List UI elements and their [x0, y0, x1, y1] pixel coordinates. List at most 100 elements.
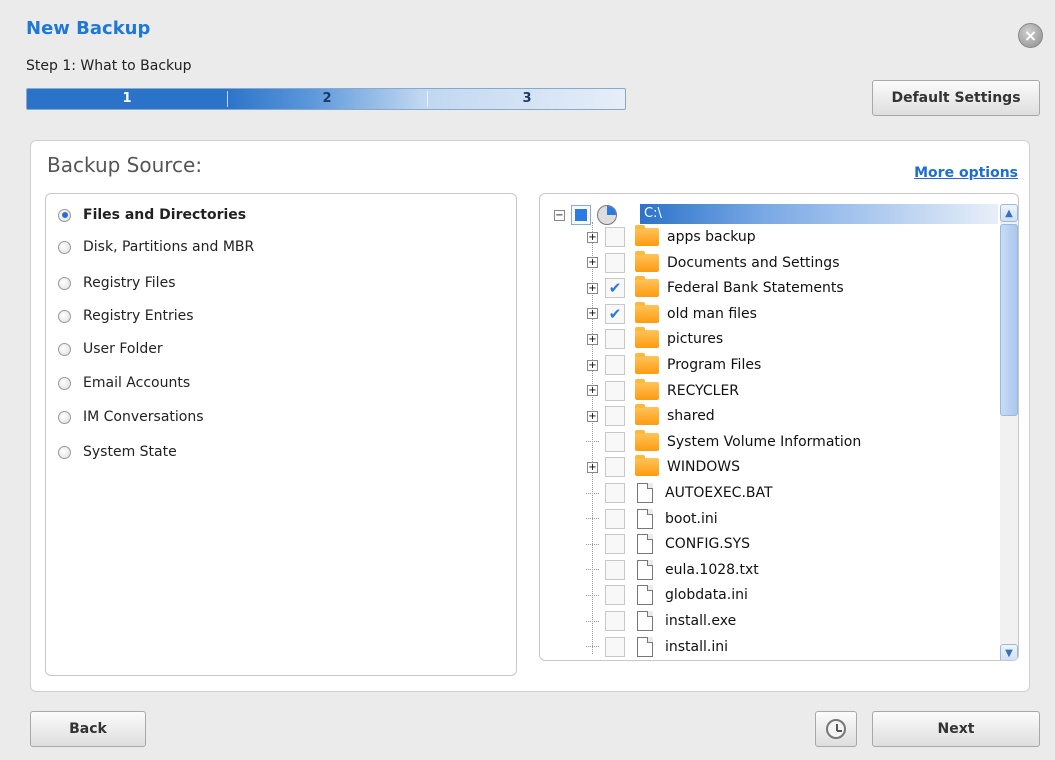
- item-checkbox[interactable]: [605, 559, 625, 580]
- source-option-disk-partitions[interactable]: Disk, Partitions and MBR: [58, 237, 254, 257]
- radio-button[interactable]: [58, 276, 71, 290]
- tree-item[interactable]: eula.1028.txt: [586, 559, 759, 581]
- clock-icon: [826, 719, 846, 739]
- tree-item[interactable]: + ✔ old man files: [586, 301, 757, 325]
- file-icon: [637, 559, 653, 580]
- tree-item[interactable]: install.ini: [586, 636, 728, 658]
- file-icon: [637, 585, 653, 606]
- source-option-label: Registry Entries: [83, 308, 194, 324]
- item-checkbox[interactable]: [605, 457, 625, 478]
- back-button[interactable]: Back: [30, 711, 146, 747]
- item-checkbox[interactable]: [605, 227, 625, 247]
- close-button[interactable]: ×: [1018, 23, 1043, 48]
- source-option-user-folder[interactable]: User Folder: [58, 339, 163, 359]
- expand-icon[interactable]: +: [587, 231, 598, 243]
- panel-title: Backup Source:: [47, 153, 203, 177]
- tree-item-label: install.exe: [665, 613, 737, 629]
- source-option-label: Registry Files: [83, 275, 176, 291]
- tree-item[interactable]: + Program Files: [586, 353, 761, 376]
- tree-item[interactable]: boot.ini: [586, 508, 718, 530]
- expand-icon[interactable]: +: [587, 333, 598, 345]
- item-checkbox[interactable]: [605, 431, 625, 452]
- tree-scrollbar[interactable]: ▲ ▼: [1000, 204, 1018, 660]
- expander-slot: +: [586, 461, 599, 474]
- tree-item-label: eula.1028.txt: [665, 561, 759, 578]
- expander-slot: +: [586, 282, 599, 295]
- schedule-button[interactable]: [815, 711, 857, 747]
- radio-button[interactable]: [58, 445, 71, 459]
- tree-item-label: shared: [667, 408, 715, 425]
- scroll-up-button[interactable]: ▲: [1000, 204, 1018, 222]
- tree-root-label[interactable]: C:\: [640, 204, 998, 224]
- tree-item[interactable]: AUTOEXEC.BAT: [586, 482, 773, 504]
- scroll-thumb[interactable]: [1000, 224, 1018, 416]
- expand-icon[interactable]: +: [587, 385, 598, 397]
- expand-icon[interactable]: +: [587, 410, 598, 422]
- radio-button[interactable]: [58, 208, 71, 222]
- item-checkbox[interactable]: [605, 585, 625, 606]
- root-checkbox[interactable]: [571, 205, 591, 225]
- item-checkbox[interactable]: [605, 406, 625, 427]
- item-checkbox[interactable]: [605, 534, 625, 555]
- expand-icon[interactable]: +: [587, 257, 598, 269]
- tree-item-label: old man files: [667, 305, 757, 322]
- source-option-label: Email Accounts: [83, 375, 191, 391]
- expand-icon[interactable]: +: [587, 308, 598, 320]
- tree-item[interactable]: + pictures: [586, 327, 724, 350]
- tree-item[interactable]: + Documents and Settings: [586, 250, 839, 274]
- tree-item[interactable]: + ✔ Federal Bank Statements: [586, 276, 844, 299]
- collapse-icon[interactable]: −: [554, 209, 565, 221]
- expand-icon[interactable]: +: [587, 282, 598, 294]
- default-settings-button[interactable]: Default Settings: [872, 80, 1040, 116]
- more-options-link[interactable]: More options: [914, 165, 1018, 181]
- folder-icon: [635, 225, 659, 246]
- tree-item[interactable]: System Volume Information: [586, 429, 862, 453]
- radio-button[interactable]: [58, 240, 71, 254]
- expander-slot: [586, 518, 599, 520]
- step-1-indicator: 1: [122, 91, 132, 106]
- item-checkbox[interactable]: [605, 329, 625, 350]
- source-option-files-and-directories[interactable]: Files and Directories: [58, 205, 246, 225]
- tree-item[interactable]: install.exe: [586, 610, 736, 632]
- source-option-label: Disk, Partitions and MBR: [83, 239, 255, 255]
- tree-item[interactable]: + apps backup: [586, 225, 756, 248]
- radio-button[interactable]: [58, 376, 71, 390]
- item-checkbox[interactable]: [605, 611, 625, 631]
- source-option-registry-entries[interactable]: Registry Entries: [58, 306, 194, 326]
- radio-button[interactable]: [58, 342, 71, 356]
- item-checkbox[interactable]: [605, 483, 625, 503]
- tree-item[interactable]: + WINDOWS: [586, 455, 740, 478]
- radio-button[interactable]: [58, 309, 71, 323]
- item-checkbox[interactable]: ✔: [605, 278, 625, 299]
- item-checkbox[interactable]: [605, 508, 625, 529]
- checkmark-icon: ✔: [608, 304, 622, 323]
- source-option-label: IM Conversations: [83, 409, 204, 425]
- tree-item-label: pictures: [667, 331, 724, 348]
- source-option-registry-files[interactable]: Registry Files: [58, 273, 175, 293]
- expand-icon[interactable]: +: [587, 461, 598, 473]
- tree-item-label: globdata.ini: [665, 587, 748, 604]
- tree-item[interactable]: + shared: [586, 404, 715, 427]
- tree-item[interactable]: CONFIG.SYS: [586, 533, 750, 555]
- source-option-system-state[interactable]: System State: [58, 442, 177, 462]
- source-option-email-accounts[interactable]: Email Accounts: [58, 373, 190, 393]
- scroll-down-button[interactable]: ▼: [1000, 644, 1018, 660]
- expander-slot: +: [586, 231, 599, 244]
- item-checkbox[interactable]: [605, 252, 625, 273]
- tree-item[interactable]: globdata.ini: [586, 584, 748, 606]
- tree-root-row[interactable]: −: [554, 205, 617, 225]
- folder-icon: [635, 455, 659, 477]
- expander-slot: [586, 646, 599, 648]
- item-checkbox[interactable]: ✔: [605, 303, 625, 324]
- item-checkbox[interactable]: [605, 636, 625, 657]
- item-checkbox[interactable]: [605, 355, 625, 375]
- file-icon: [637, 483, 653, 503]
- item-checkbox[interactable]: [605, 380, 625, 401]
- tree-item[interactable]: + RECYCLER: [586, 378, 739, 402]
- radio-button[interactable]: [58, 410, 71, 424]
- expand-icon[interactable]: +: [587, 359, 598, 371]
- drive-icon: [597, 205, 617, 225]
- next-button[interactable]: Next: [872, 711, 1040, 747]
- tree-item-label: System Volume Information: [667, 433, 862, 450]
- source-option-im-conversations[interactable]: IM Conversations: [58, 407, 204, 427]
